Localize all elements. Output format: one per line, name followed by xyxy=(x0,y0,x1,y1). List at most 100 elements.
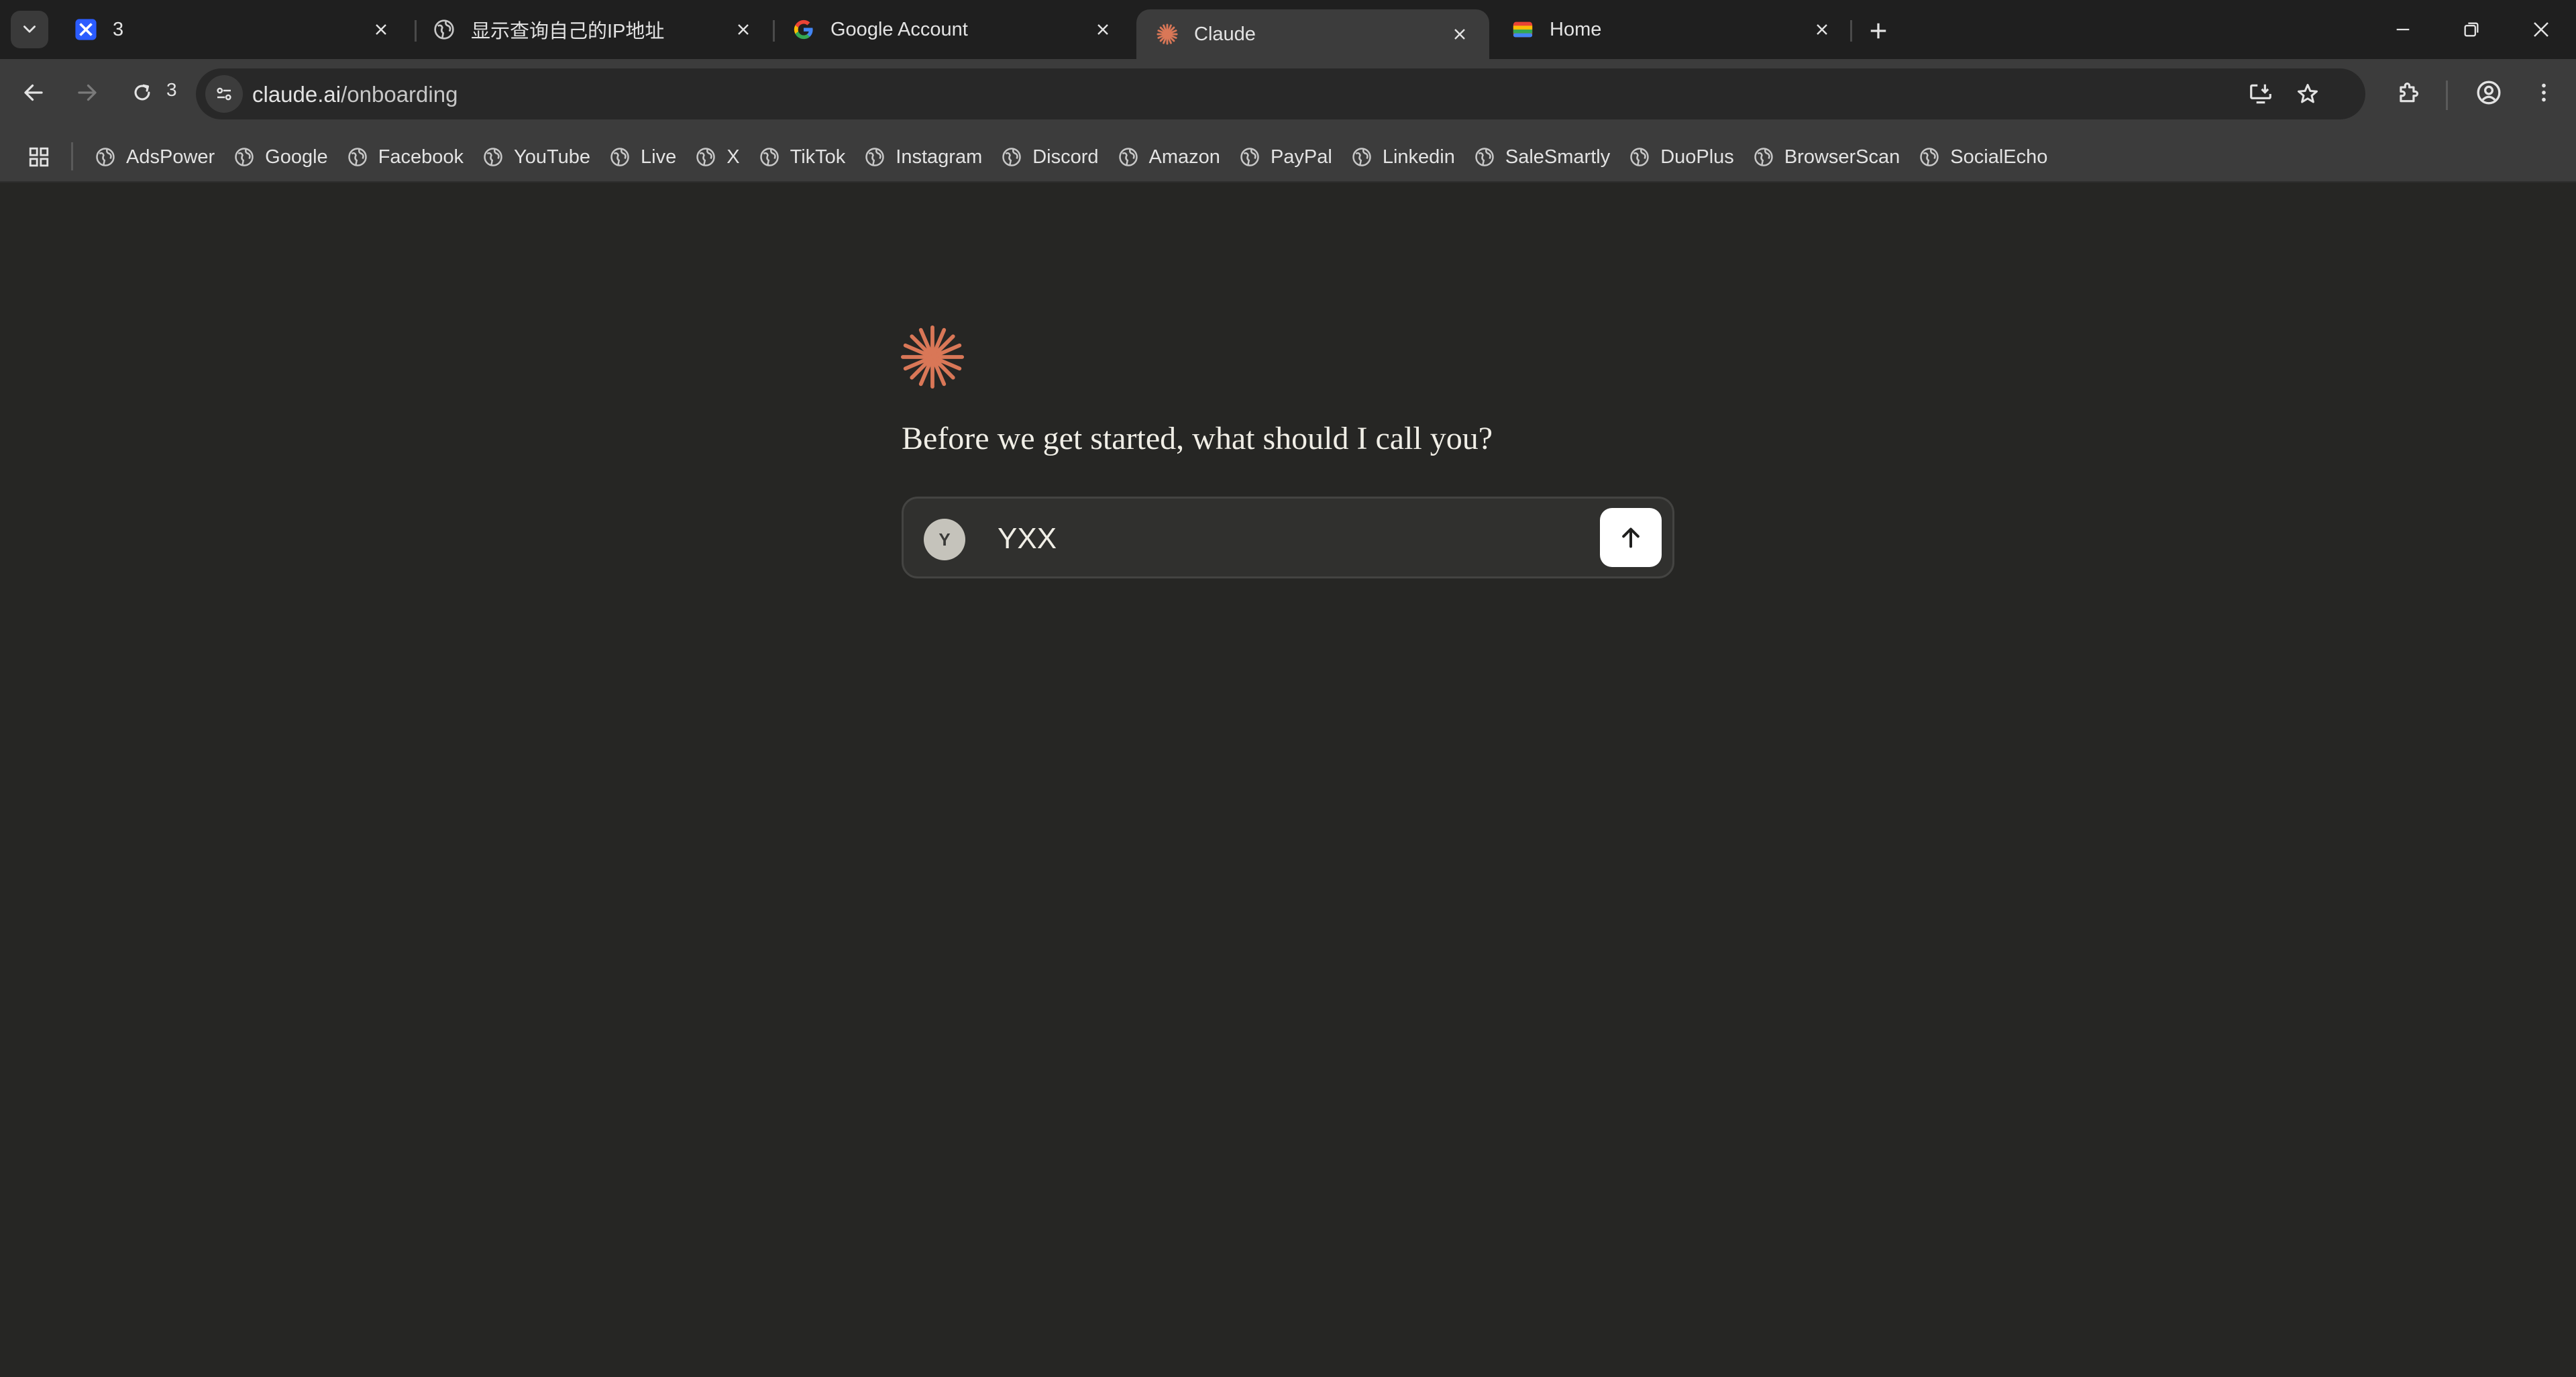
globe-icon xyxy=(1473,146,1496,168)
url-text[interactable]: claude.ai/onboarding xyxy=(252,82,458,107)
onboarding-prompt: Before we get started, what should I cal… xyxy=(902,421,1493,456)
bookmark-item[interactable]: Facebook xyxy=(346,146,464,168)
globe-icon xyxy=(694,146,717,168)
bookmarks-bar: AdsPower Google Facebook YouTube Live X TikTok… xyxy=(0,132,2576,183)
tab-title: Claude xyxy=(1194,23,1256,45)
bookmark-item[interactable]: DuoPlus xyxy=(1628,146,1734,168)
close-tab-icon[interactable] xyxy=(1089,16,1116,43)
close-tab-icon[interactable] xyxy=(368,16,394,43)
tab-search-button[interactable] xyxy=(11,11,48,48)
bookmark-label: PayPal xyxy=(1270,146,1332,168)
restore-window-button[interactable] xyxy=(2451,9,2491,50)
bookmark-item[interactable]: Google xyxy=(233,146,328,168)
bookmark-item[interactable]: PayPal xyxy=(1238,146,1332,168)
bookmark-label: SaleSmartly xyxy=(1505,146,1611,168)
reload-button[interactable] xyxy=(121,71,164,114)
minimize-window-button[interactable] xyxy=(2383,9,2423,50)
tab-strip: 3 显示查询自己的IP地址 Google Account Claude Home xyxy=(0,0,2576,59)
bookmark-item[interactable]: Amazon xyxy=(1117,146,1220,168)
bookmark-item[interactable]: Instagram xyxy=(863,146,982,168)
bookmark-label: BrowserScan xyxy=(1784,146,1900,168)
name-entry-box: Y xyxy=(902,497,1674,578)
claude-logo-icon xyxy=(900,325,965,389)
adspower-icon xyxy=(74,17,98,42)
globe-icon xyxy=(1628,146,1651,168)
star-icon xyxy=(2298,84,2318,103)
close-window-button[interactable] xyxy=(2521,9,2561,50)
bookmark-item[interactable]: Discord xyxy=(1000,146,1099,168)
close-tab-icon[interactable] xyxy=(1809,16,1835,43)
bookmark-item[interactable]: TikTok xyxy=(758,146,846,168)
globe-icon xyxy=(482,146,504,168)
bookmark-star-button[interactable] xyxy=(2286,72,2329,115)
address-bar[interactable]: claude.ai/onboarding xyxy=(196,68,2365,119)
arrow-left-icon xyxy=(24,84,43,101)
avatar: Y xyxy=(924,519,965,560)
bookmark-label: Amazon xyxy=(1148,146,1220,168)
url-host: claude.ai xyxy=(252,82,341,107)
bookmarks-list: AdsPower Google Facebook YouTube Live X TikTok… xyxy=(94,132,2065,183)
globe-icon xyxy=(608,146,631,168)
plus-icon xyxy=(1870,23,1886,39)
browser-tab[interactable]: 显示查询自己的IP地址 xyxy=(413,0,773,59)
profile-button[interactable] xyxy=(2467,71,2510,114)
install-app-button[interactable] xyxy=(2239,72,2282,115)
browser-tab[interactable]: Home xyxy=(1492,0,1851,59)
close-icon xyxy=(2534,22,2548,37)
reload-icon xyxy=(134,84,150,101)
onboarding-page: Before we get started, what should I cal… xyxy=(0,183,2576,1377)
close-tab-icon[interactable] xyxy=(730,16,757,43)
toolbar-separator xyxy=(2446,81,2448,110)
submit-name-button[interactable] xyxy=(1600,508,1662,567)
home-colorful-icon xyxy=(1511,17,1535,42)
restore-icon xyxy=(2464,22,2479,37)
reload-count: 3 xyxy=(166,79,177,100)
globe-icon xyxy=(1238,146,1261,168)
puzzle-icon xyxy=(2400,83,2418,103)
menu-button[interactable] xyxy=(2522,71,2565,114)
bookmark-item[interactable]: X xyxy=(694,146,740,168)
chevron-down-icon xyxy=(23,26,36,33)
apps-button[interactable] xyxy=(24,142,54,172)
bookmark-label: TikTok xyxy=(790,146,846,168)
bookmark-item[interactable]: Linkedin xyxy=(1350,146,1455,168)
bookmark-item[interactable]: SocialEcho xyxy=(1918,146,2047,168)
install-desktop-icon xyxy=(2250,84,2271,104)
globe-icon xyxy=(758,146,781,168)
extensions-button[interactable] xyxy=(2387,71,2430,114)
site-info-button[interactable] xyxy=(205,75,243,113)
bookmark-item[interactable]: Live xyxy=(608,146,676,168)
bookmark-label: SocialEcho xyxy=(1950,146,2048,168)
bookmark-label: Google xyxy=(265,146,328,168)
forward-button[interactable] xyxy=(66,71,109,114)
arrow-right-icon xyxy=(78,84,97,101)
browser-toolbar: 3 claude.ai/onboarding xyxy=(0,59,2576,132)
globe-icon xyxy=(1752,146,1775,168)
bookmark-label: Instagram xyxy=(896,146,983,168)
bookmarks-separator xyxy=(71,142,73,170)
globe-icon xyxy=(432,17,456,42)
bookmark-item[interactable]: AdsPower xyxy=(94,146,215,168)
minimize-icon xyxy=(2396,28,2410,31)
browser-tab-active[interactable]: Claude xyxy=(1136,9,1489,59)
bookmark-label: AdsPower xyxy=(126,146,215,168)
apps-grid-icon xyxy=(29,147,49,167)
tab-title: 3 xyxy=(113,18,124,40)
tab-title: Google Account xyxy=(830,18,968,40)
back-button[interactable] xyxy=(12,71,55,114)
bookmark-label: Discord xyxy=(1032,146,1099,168)
bookmark-item[interactable]: YouTube xyxy=(482,146,590,168)
google-icon xyxy=(792,17,816,42)
browser-tab[interactable]: Google Account xyxy=(773,0,1132,59)
new-tab-button[interactable] xyxy=(1862,15,1894,47)
bookmark-item[interactable]: SaleSmartly xyxy=(1473,146,1610,168)
bookmark-item[interactable]: BrowserScan xyxy=(1752,146,1900,168)
globe-icon xyxy=(346,146,369,168)
globe-icon xyxy=(94,146,117,168)
name-input[interactable] xyxy=(998,515,1574,563)
browser-tab[interactable]: 3 xyxy=(55,0,411,59)
bookmark-label: Live xyxy=(641,146,677,168)
tab-title: 显示查询自己的IP地址 xyxy=(471,21,665,42)
tab-separator xyxy=(1850,20,1852,42)
close-tab-icon[interactable] xyxy=(1446,21,1473,48)
